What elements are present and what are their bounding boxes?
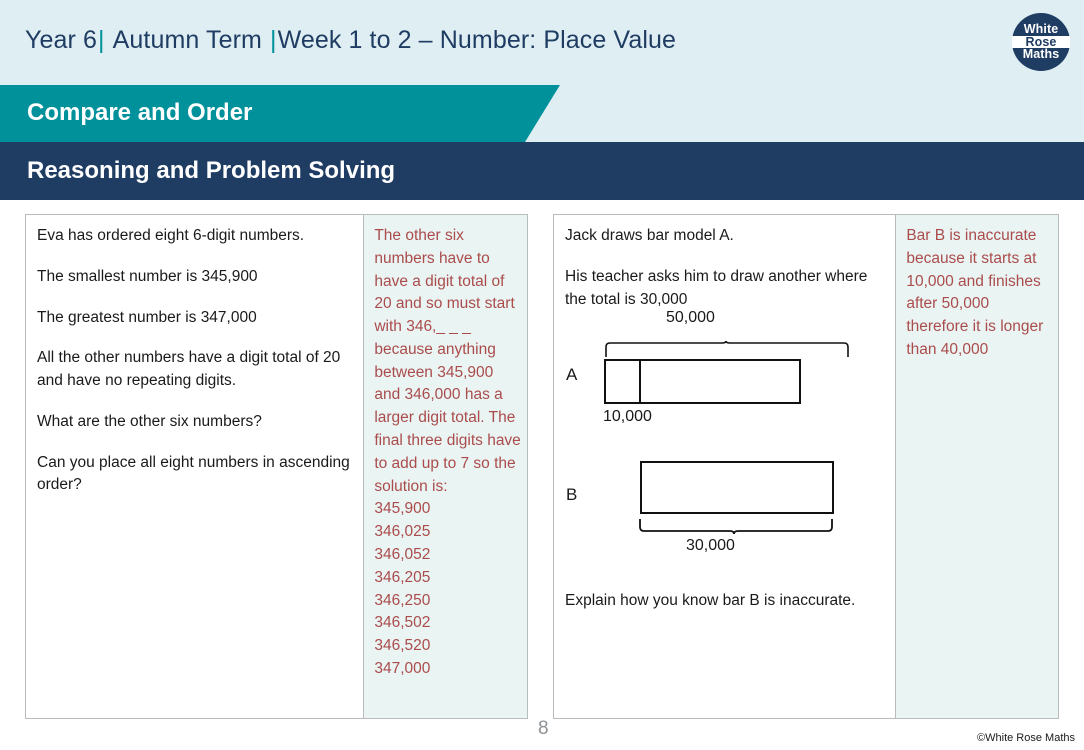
header-week: Week 1 to 2 – Number: Place Value — [277, 26, 677, 54]
question-1-line-1: Eva has ordered eight 6-digit numbers. — [37, 227, 305, 244]
bar-model-diagram: A 50,000 10,000 B 30,000 — [554, 309, 896, 571]
bar-a-label: A — [566, 365, 578, 384]
question-1-text: Eva has ordered eight 6-digit numbers. T… — [37, 225, 354, 497]
header-separator-2: | — [269, 26, 277, 54]
bar-a-top-brace-icon — [605, 341, 849, 357]
question-2-prompt-cell: Jack draws bar model A. His teacher asks… — [554, 215, 896, 718]
bar-a-part-value: 10,000 — [603, 408, 652, 425]
section-banner: Reasoning and Problem Solving — [0, 142, 1084, 200]
bar-b-bottom-brace-icon — [639, 519, 833, 535]
header-separator-1: | — [97, 26, 105, 54]
bar-a-rectangle — [604, 359, 801, 404]
header-breadcrumb: Year 6| Autumn Term |Week 1 to 2 – Numbe… — [25, 26, 676, 55]
question-2-answer-cell: Bar B is inaccurate because it starts at… — [895, 215, 1058, 718]
copyright-notice: ©White Rose Maths — [977, 732, 1075, 744]
question-2-explain-prompt: Explain how you know bar B is inaccurate… — [565, 592, 856, 609]
question-1-answer-text: The other six numbers have to have a dig… — [374, 227, 521, 677]
white-rose-maths-logo: White Rose Maths — [1012, 13, 1070, 71]
page-number: 8 — [538, 718, 549, 739]
logo-line-maths: Maths — [1022, 47, 1060, 62]
question-1-line-2: The smallest number is 345,900 — [37, 267, 258, 285]
question-1-line-6: Can you place all eight numbers in ascen… — [37, 453, 350, 494]
worksheet-body: Eva has ordered eight 6-digit numbers. T… — [0, 200, 1084, 750]
question-1-line-3: The greatest number is 347,000 — [37, 308, 257, 326]
bar-b-rectangle — [640, 461, 834, 514]
logo-line-white: White — [1023, 21, 1059, 36]
question-2-text: Jack draws bar model A. His teacher asks… — [565, 225, 886, 311]
question-2-line-2: His teacher asks him to draw another whe… — [565, 267, 868, 308]
header-term: Autumn Term — [112, 26, 262, 54]
bar-a-total-value: 50,000 — [666, 309, 715, 326]
question-2-line-1: Jack draws bar model A. — [565, 227, 734, 244]
question-2-answer-text: Bar B is inaccurate because it starts at… — [906, 227, 1044, 358]
question-1-table: Eva has ordered eight 6-digit numbers. T… — [25, 214, 528, 719]
topic-banner: Compare and Order — [0, 85, 560, 142]
page-header: Year 6| Autumn Term |Week 1 to 2 – Numbe… — [0, 0, 1084, 85]
question-1-line-4: All the other numbers have a digit total… — [37, 349, 341, 390]
section-banner-label: Reasoning and Problem Solving — [27, 157, 396, 184]
question-1-line-5: What are the other six numbers? — [37, 412, 262, 430]
question-1-prompt-cell: Eva has ordered eight 6-digit numbers. T… — [26, 215, 364, 718]
topic-banner-label: Compare and Order — [27, 99, 253, 126]
bar-a-segment-divider — [639, 359, 641, 404]
question-1-answer-cell: The other six numbers have to have a dig… — [363, 215, 527, 718]
bar-b-label: B — [566, 485, 578, 504]
bar-b-total-value: 30,000 — [686, 537, 735, 554]
question-2-table: Jack draws bar model A. His teacher asks… — [553, 214, 1059, 719]
header-year: Year 6 — [25, 26, 97, 54]
